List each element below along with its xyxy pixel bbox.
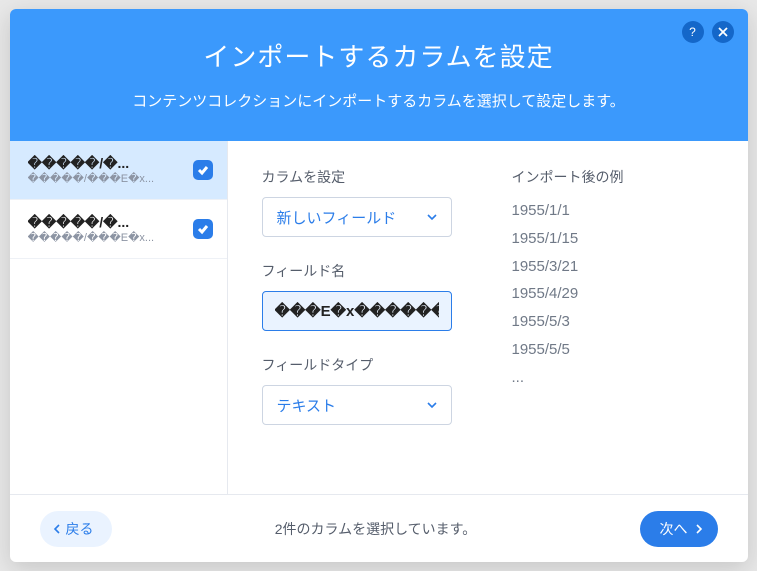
preview-item: 1955/1/15 (512, 225, 720, 253)
column-item-title: �����/�... (28, 155, 183, 172)
preview-item: 1955/5/3 (512, 308, 720, 336)
preview-item: ... (512, 364, 720, 392)
next-button-label: 次へ (660, 519, 688, 539)
column-item[interactable]: �����/�... �����/���E�x... (10, 141, 227, 200)
column-checkbox[interactable] (193, 160, 213, 180)
fieldname-input[interactable] (262, 291, 452, 331)
footer-status: 2件のカラムを選択しています。 (112, 519, 640, 539)
fieldname-label: フィールド名 (262, 261, 472, 281)
column-item-title: �����/�... (28, 214, 183, 231)
help-button[interactable]: ? (682, 21, 704, 43)
select-value: 新しいフィールド (277, 207, 397, 228)
preview-item: 1955/5/5 (512, 336, 720, 364)
chevron-left-icon (52, 524, 62, 534)
fieldtype-select[interactable]: テキスト (262, 385, 452, 425)
preview-list: 1955/1/1 1955/1/15 1955/3/21 1955/4/29 1… (512, 197, 720, 391)
check-icon (197, 223, 209, 235)
modal-subtitle: コンテンツコレクションにインポートするカラムを選択して設定します。 (30, 90, 728, 111)
select-value: テキスト (277, 395, 337, 416)
check-icon (197, 164, 209, 176)
modal-title: インポートするカラムを設定 (30, 37, 728, 74)
preview-item: 1955/1/1 (512, 197, 720, 225)
chevron-right-icon (694, 524, 704, 534)
close-button[interactable] (712, 21, 734, 43)
chevron-down-icon (427, 400, 437, 410)
column-item-sub: �����/���E�x... (28, 231, 183, 244)
chevron-down-icon (427, 212, 437, 222)
close-icon (718, 27, 728, 37)
column-item-sub: �����/���E�x... (28, 172, 183, 185)
settings-panel: カラムを設定 新しいフィールド フィールド名 フィールドタイプ テキスト (228, 141, 748, 494)
back-button[interactable]: 戻る (40, 511, 112, 547)
next-button[interactable]: 次へ (640, 511, 718, 547)
help-icon: ? (689, 25, 696, 39)
preview-item: 1955/3/21 (512, 253, 720, 281)
column-item[interactable]: �����/�... �����/���E�x... (10, 200, 227, 259)
modal-footer: 戻る 2件のカラムを選択しています。 次へ (10, 494, 748, 562)
preview-label: インポート後の例 (512, 167, 720, 187)
import-columns-modal: ? インポートするカラムを設定 コンテンツコレクションにインポートするカラムを選… (10, 9, 748, 562)
fieldtype-label: フィールドタイプ (262, 355, 472, 375)
back-button-label: 戻る (66, 519, 94, 539)
column-setting-select[interactable]: 新しいフィールド (262, 197, 452, 237)
column-setting-label: カラムを設定 (262, 167, 472, 187)
modal-header: ? インポートするカラムを設定 コンテンツコレクションにインポートするカラムを選… (10, 9, 748, 141)
column-list: �����/�... �����/���E�x... �����/�...… (10, 141, 228, 494)
column-checkbox[interactable] (193, 219, 213, 239)
preview-item: 1955/4/29 (512, 280, 720, 308)
modal-body: �����/�... �����/���E�x... �����/�...… (10, 141, 748, 494)
